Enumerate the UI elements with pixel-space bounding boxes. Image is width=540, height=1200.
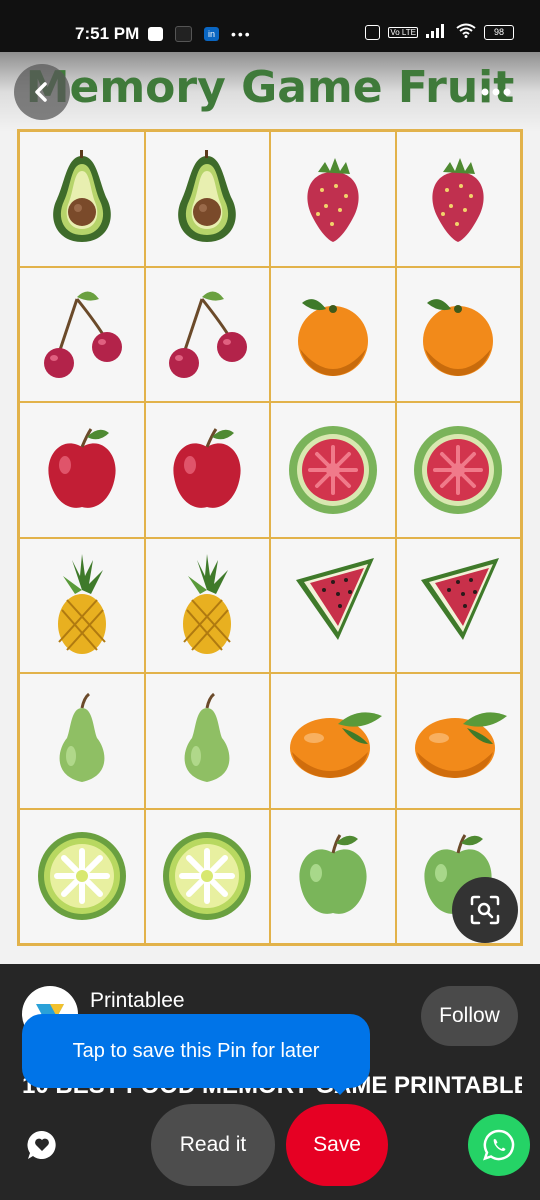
grid-cell [270,673,396,809]
app-notification-icon [175,26,192,42]
grid-cell [270,808,396,944]
pineapple-icon [57,554,106,655]
guava-icon [288,425,377,514]
grid-cell [395,266,521,402]
system-icons: Vo LTE 98 [365,23,514,41]
grid-cell [144,131,270,267]
notification-icons: in ••• [148,26,252,42]
grid-cell [144,266,270,402]
fruit-grid [17,129,523,946]
follow-button[interactable]: Follow [421,986,518,1046]
more-horizontal-icon [481,88,511,96]
pear-icon [184,692,230,782]
pineapple-icon [183,554,232,655]
pear-icon [59,692,105,782]
pin-title: Memory Game Fruit [25,62,515,113]
strawberry-icon [307,157,359,242]
grid-cell [270,537,396,673]
cherry-icon [43,291,122,379]
grid-cell [19,266,145,402]
green-apple-icon [299,834,367,915]
lime-icon [37,832,126,921]
grid-cell [395,402,521,538]
apple-icon [48,427,116,508]
battery-icon: 98 [484,24,514,40]
status-bar: 7:51 PM in ••• Vo LTE 98 [0,0,540,52]
grid-cell [270,131,396,267]
grid-cell [19,131,145,267]
visual-search-button[interactable] [452,877,518,943]
tangerine-icon [289,712,382,778]
grid-cell [270,402,396,538]
volte-icon: Vo LTE [388,26,418,38]
grid-cell [19,402,145,538]
grid-cell [19,537,145,673]
grid-cell [395,131,521,267]
avocado-icon [52,149,111,242]
grid-cell [270,266,396,402]
creator-name[interactable]: Printablee [90,989,185,1013]
cherry-icon [169,291,248,379]
chevron-left-icon [35,82,47,102]
grid-cell [19,673,145,809]
grid-cell [144,402,270,538]
linkedin-icon: in [204,27,219,41]
avocado-icon [178,149,237,242]
wifi-icon [456,23,476,41]
watermelon-icon [421,558,500,641]
save-tooltip[interactable]: Tap to save this Pin for later [22,1014,370,1088]
whatsapp-icon [483,1129,515,1161]
tooltip-arrow [328,1083,352,1095]
strawberry-icon [432,157,484,242]
messenger-icon [148,27,163,41]
more-options-button[interactable] [468,64,524,120]
react-button[interactable] [22,1125,62,1165]
grid-cell [144,537,270,673]
orange-icon [297,299,368,377]
watermelon-icon [295,558,374,641]
grid-cell [395,673,521,809]
heart-bubble-icon [27,1130,56,1159]
whatsapp-share-button[interactable] [468,1114,530,1176]
grid-cell [144,673,270,809]
lime-icon [163,832,252,921]
more-notifications-icon: ••• [231,26,252,42]
grid-cell [144,808,270,944]
grid-cell [395,537,521,673]
save-button[interactable]: Save [286,1104,388,1186]
lens-search-icon [470,895,500,925]
guava-icon [414,425,503,514]
signal-icon [426,23,448,41]
apple-icon [173,427,241,508]
read-it-button[interactable]: Read it [151,1104,275,1186]
status-time: 7:51 PM [75,24,140,43]
grid-cell [19,808,145,944]
back-button[interactable] [14,64,70,120]
nfc-icon [365,24,381,40]
orange-icon [423,299,494,377]
tangerine-icon [415,712,508,778]
